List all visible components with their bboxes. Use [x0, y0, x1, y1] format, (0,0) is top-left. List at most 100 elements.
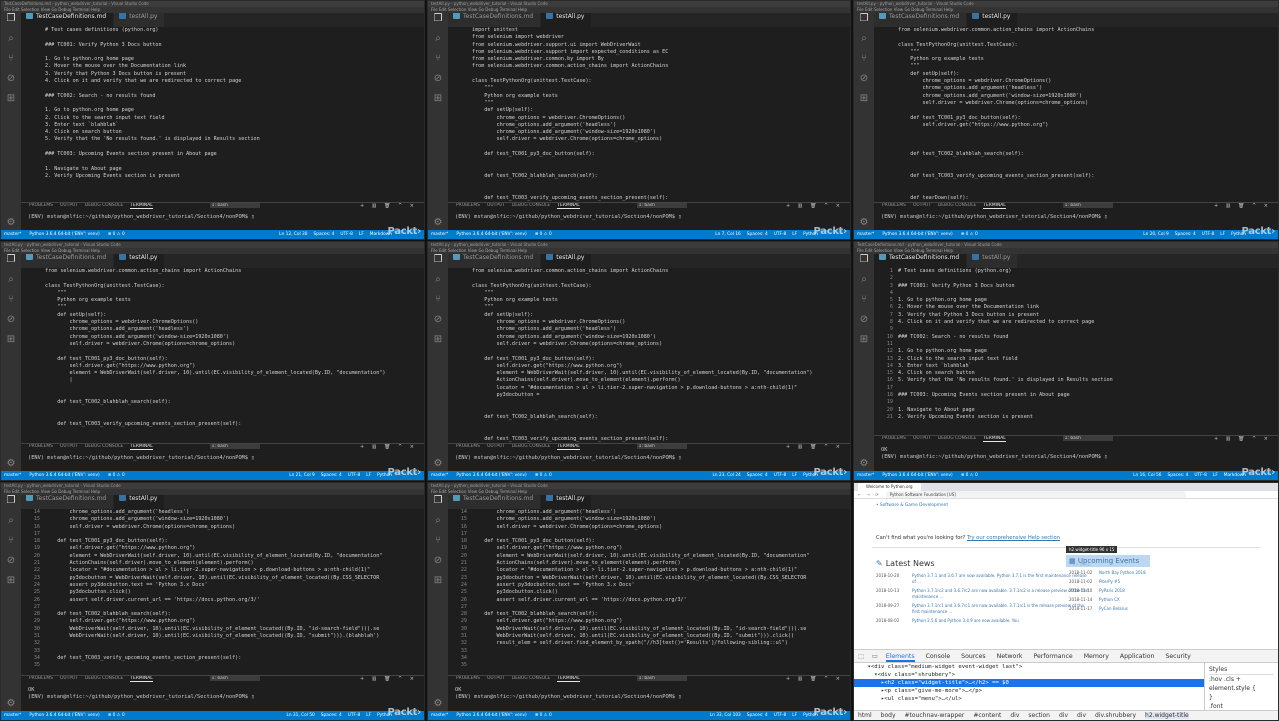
extensions-icon[interactable]: ⊞ — [1, 334, 21, 354]
panel-tab-problems[interactable]: PROBLEMS — [456, 444, 480, 449]
breadcrumb-item[interactable]: div — [1077, 712, 1086, 719]
indentation[interactable]: Spaces: 4 — [747, 713, 768, 718]
problems-count[interactable]: ⊗ 0 ⚠ 0 — [535, 232, 552, 237]
news-link[interactable]: Python 3.7.1 and 3.6.7 are now available… — [912, 573, 1090, 585]
code-editor[interactable]: import unittest from selenium import webd… — [448, 27, 850, 202]
breadcrumb-item[interactable]: html — [858, 712, 872, 719]
indentation[interactable]: Spaces: 4 — [321, 713, 342, 718]
breadcrumb-item[interactable]: body — [881, 712, 896, 719]
encoding[interactable]: UTF-8 — [774, 473, 787, 478]
gear-icon[interactable]: ⚙ — [428, 698, 448, 709]
python-interpreter[interactable]: Python 3.6.4 64-bit ('ENV': venv) — [456, 232, 526, 237]
panel-tab-output[interactable]: OUTPUT — [487, 203, 505, 208]
panel-tab-output[interactable]: OUTPUT — [60, 203, 78, 208]
extensions-icon[interactable]: ⊞ — [428, 93, 448, 113]
nav-buttons[interactable]: ← → ⟳ — [858, 492, 881, 497]
cursor-position[interactable]: Ln 31, Col 50 — [286, 713, 314, 718]
cursor-position[interactable]: Ln 33, Col 103 — [710, 713, 741, 718]
explorer-icon[interactable]: ❐ — [1, 495, 21, 515]
code-editor[interactable]: from selenium.webdriver.common.action_ch… — [874, 27, 1278, 202]
explorer-icon[interactable]: ❐ — [428, 495, 448, 515]
event-link[interactable]: PiterPy #5 — [1099, 579, 1120, 585]
line-ending[interactable]: LF — [366, 713, 371, 718]
panel-tab-debug-console[interactable]: DEBUG CONSOLE — [85, 444, 123, 449]
terminal-controls[interactable]: + ▥ 🗑 ^ × — [786, 444, 843, 450]
panel-tab-problems[interactable]: PROBLEMS — [29, 444, 53, 449]
python-interpreter[interactable]: Python 3.6.4 64-bit ('ENV': venv) — [29, 232, 99, 237]
panel-tab-output[interactable]: OUTPUT — [913, 436, 931, 441]
tab-testall[interactable]: testAll.py — [967, 13, 1019, 27]
python-interpreter[interactable]: Python 3.6.4 64-bit ('ENV': venv) — [456, 713, 526, 718]
encoding[interactable]: UTF-8 — [774, 232, 787, 237]
debug-icon[interactable]: ⊘ — [1, 314, 21, 334]
terminal-select[interactable]: 1: bash — [209, 203, 260, 208]
terminal-select[interactable]: 1: bash — [636, 444, 687, 449]
panel-tab-terminal[interactable]: TERMINAL — [557, 444, 580, 450]
python-interpreter[interactable]: Python 3.6.4 64-bit ('ENV': venv) — [882, 473, 952, 478]
devtools-tab-elements[interactable]: Elements — [885, 653, 915, 662]
panel-tab-terminal[interactable]: TERMINAL — [130, 676, 153, 682]
python-interpreter[interactable]: Python 3.6.4 64-bit ('ENV': venv) — [29, 713, 99, 718]
styles-filter-bar[interactable]: :hov .cls + — [1209, 675, 1274, 684]
gear-icon[interactable]: ⚙ — [1, 698, 21, 709]
code-editor[interactable]: 1 # Test cases definitions (python.org) 2 3… — [874, 268, 1278, 435]
cursor-position[interactable]: Ln 16, Col 56 — [1133, 473, 1161, 478]
tab-testcasedefinitions[interactable]: TestCaseDefinitions.md — [21, 254, 115, 268]
dom-node[interactable]: ▸<p class="give-me-more">…</p> — [854, 687, 1204, 695]
panel-tab-debug-console[interactable]: DEBUG CONSOLE — [85, 676, 123, 681]
search-icon[interactable]: ⌕ — [854, 274, 874, 294]
panel-tab-debug-console[interactable]: DEBUG CONSOLE — [512, 203, 550, 208]
git-branch[interactable]: master* — [857, 473, 874, 478]
breadcrumb-item[interactable]: section — [1028, 712, 1050, 719]
git-branch[interactable]: master* — [431, 713, 448, 718]
tab-testall[interactable]: testAll.py — [541, 13, 593, 27]
panel-tab-debug-console[interactable]: DEBUG CONSOLE — [85, 203, 123, 208]
indentation[interactable]: Spaces: 4 — [321, 473, 342, 478]
problems-count[interactable]: ⊗ 0 ⚠ 0 — [108, 713, 125, 718]
panel-tab-terminal[interactable]: TERMINAL — [983, 203, 1006, 209]
inspect-icon[interactable]: ⬚ — [858, 653, 864, 660]
git-branch[interactable]: master* — [4, 713, 21, 718]
devtools-tab-application[interactable]: Application — [1120, 653, 1155, 660]
code-editor[interactable]: from selenium.webdriver.common.action_ch… — [448, 268, 850, 443]
git-branch[interactable]: master* — [4, 232, 21, 237]
indentation[interactable]: Spaces: 4 — [747, 473, 768, 478]
search-icon[interactable]: ⌕ — [428, 274, 448, 294]
event-link[interactable]: Python CX — [1099, 597, 1120, 603]
panel-tab-debug-console[interactable]: DEBUG CONSOLE — [512, 676, 550, 681]
line-ending[interactable]: LF — [1220, 232, 1225, 237]
tab-testall[interactable]: testAll.py — [114, 13, 166, 27]
terminal-controls[interactable]: + ▥ 🗑 ^ × — [1214, 203, 1271, 209]
breadcrumb-item[interactable]: div — [1010, 712, 1019, 719]
search-icon[interactable]: ⌕ — [1, 33, 21, 53]
gear-icon[interactable]: ⚙ — [854, 217, 874, 228]
source-control-icon[interactable]: ⑂ — [854, 294, 874, 314]
debug-icon[interactable]: ⊘ — [854, 314, 874, 334]
terminal-select[interactable]: 1: bash — [1062, 436, 1113, 441]
extensions-icon[interactable]: ⊞ — [1, 575, 21, 595]
terminal-select[interactable]: 1: bash — [1062, 203, 1113, 208]
gear-icon[interactable]: ⚙ — [428, 458, 448, 469]
encoding[interactable]: UTF-8 — [348, 713, 361, 718]
dom-node[interactable]: ▸<h2 class="widget-title">…</h2> == $0 — [854, 679, 1204, 687]
problems-count[interactable]: ⊗ 0 ⚠ 0 — [535, 473, 552, 478]
panel-tab-output[interactable]: OUTPUT — [487, 676, 505, 681]
help-link[interactable]: Try our comprehensive Help section — [967, 535, 1060, 541]
tab-testcasedefinitions[interactable]: TestCaseDefinitions.md — [448, 254, 542, 268]
explorer-icon[interactable]: ❐ — [1, 13, 21, 33]
tab-testcasedefinitions[interactable]: TestCaseDefinitions.md — [21, 495, 115, 509]
search-icon[interactable]: ⌕ — [854, 33, 874, 53]
terminal-controls[interactable]: + ▥ 🗑 ^ × — [360, 203, 417, 209]
tab-testcasedefinitions[interactable]: TestCaseDefinitions.md — [21, 13, 115, 27]
panel-tab-output[interactable]: OUTPUT — [913, 203, 931, 208]
gear-icon[interactable]: ⚙ — [854, 458, 874, 469]
devtools-tab-memory[interactable]: Memory — [1084, 653, 1109, 660]
line-ending[interactable]: LF — [792, 473, 797, 478]
line-ending[interactable]: LF — [792, 232, 797, 237]
panel-tab-problems[interactable]: PROBLEMS — [882, 436, 906, 441]
extensions-icon[interactable]: ⊞ — [854, 93, 874, 113]
breadcrumb-item[interactable]: div.shrubbery — [1095, 712, 1136, 719]
indentation[interactable]: Spaces: 4 — [1175, 232, 1196, 237]
search-icon[interactable]: ⌕ — [428, 33, 448, 53]
problems-count[interactable]: ⊗ 0 ⚠ 0 — [961, 473, 978, 478]
